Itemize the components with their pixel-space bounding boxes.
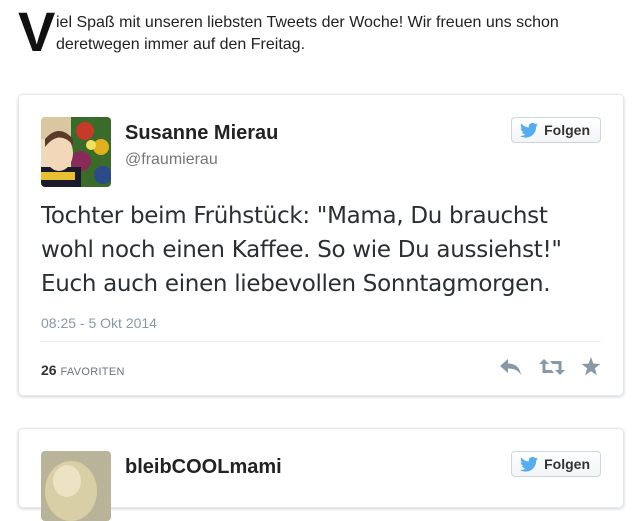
star-icon[interactable] (581, 357, 601, 381)
follow-label: Folgen (544, 456, 590, 472)
twitter-bird-icon (520, 456, 539, 472)
follow-button[interactable]: Folgen (511, 117, 601, 143)
twitter-bird-icon (520, 122, 539, 138)
embedded-tweet: bleibCOOLmami Folgen (18, 428, 624, 521)
embedded-tweet: Susanne Mierau @fraumierau Folgen Tochte… (18, 94, 624, 396)
favorites-count: 26 (41, 362, 57, 378)
author-name[interactable]: bleibCOOLmami (125, 456, 282, 479)
retweet-icon[interactable] (539, 358, 565, 381)
avatar[interactable] (41, 451, 111, 521)
divider (41, 341, 601, 342)
avatar[interactable] (41, 117, 111, 187)
follow-label: Folgen (544, 122, 590, 138)
tweet-actions (499, 357, 601, 381)
favorites-stat[interactable]: 26 FAVORITEN (41, 362, 125, 378)
intro-text: iel Spaß mit unseren liebsten Tweets der… (56, 14, 559, 53)
author-name[interactable]: Susanne Mierau (125, 122, 278, 145)
drop-cap: V (18, 0, 56, 63)
reply-icon[interactable] (499, 358, 523, 381)
tweet-timestamp[interactable]: 08:25 - 5 Okt 2014 (41, 315, 157, 331)
follow-button[interactable]: Folgen (511, 451, 601, 477)
tweet-text: Tochter beim Frühstück: "Mama, Du brauch… (41, 203, 562, 297)
favorites-label: FAVORITEN (60, 366, 125, 378)
author-handle[interactable]: @fraumierau (125, 151, 218, 169)
intro-paragraph: V iel Spaß mit unseren liebsten Tweets d… (18, 4, 628, 60)
